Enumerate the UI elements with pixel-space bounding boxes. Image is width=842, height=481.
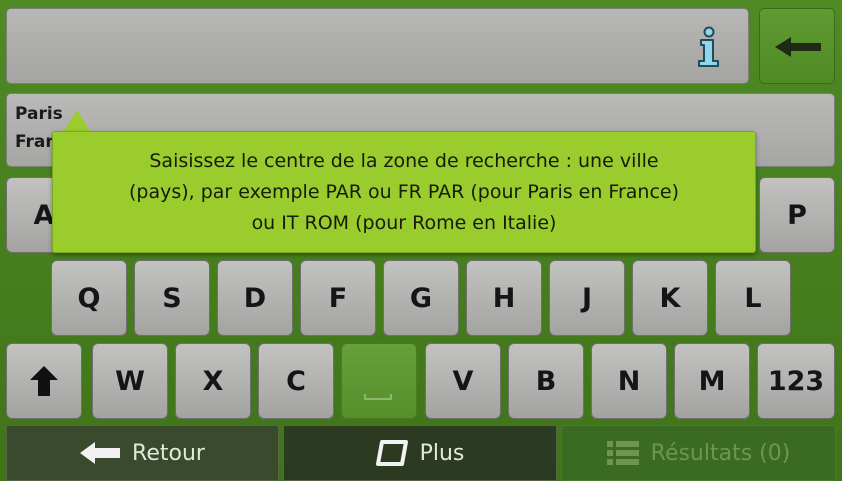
key-n[interactable]: N: [591, 343, 667, 419]
back-button[interactable]: Retour: [6, 425, 279, 481]
key-h[interactable]: H: [466, 260, 542, 336]
key-m[interactable]: M: [674, 343, 750, 419]
list-icon: [606, 441, 639, 465]
key-q[interactable]: Q: [51, 260, 127, 336]
info-icon[interactable]: [688, 25, 728, 69]
tooltip-line-2: (pays), par exemple PAR ou FR PAR (pour …: [128, 180, 680, 203]
shift-button[interactable]: [6, 343, 82, 419]
backspace-button[interactable]: [759, 8, 835, 84]
tooltip-text: Saisissez le centre de la zone de recher…: [129, 146, 679, 239]
key-b[interactable]: B: [508, 343, 584, 419]
results-button[interactable]: Résultats (0): [561, 425, 836, 481]
key-g[interactable]: G: [383, 260, 459, 336]
back-label: Retour: [132, 440, 205, 466]
key-p[interactable]: P: [759, 177, 835, 253]
search-input[interactable]: [6, 8, 749, 84]
key-d[interactable]: D: [217, 260, 293, 336]
key-c[interactable]: C: [258, 343, 334, 419]
tooltip: Saisissez le centre de la zone de recher…: [52, 131, 756, 253]
key-w[interactable]: W: [92, 343, 168, 419]
more-label: Plus: [419, 440, 465, 466]
results-label: Résultats (0): [650, 440, 791, 466]
shift-up-arrow-icon: [30, 366, 58, 396]
back-arrow-icon: [80, 442, 121, 464]
key-v[interactable]: V: [425, 343, 501, 419]
key-s[interactable]: S: [134, 260, 210, 336]
more-button[interactable]: Plus: [283, 425, 557, 481]
suggestion-city: Paris: [15, 104, 63, 124]
key-l[interactable]: L: [715, 260, 791, 336]
numbers-key[interactable]: 123: [757, 343, 835, 419]
rounded-square-icon: [375, 440, 408, 466]
tooltip-line-3: ou IT ROM (pour Rome en Italie): [251, 211, 557, 234]
key-f[interactable]: F: [300, 260, 376, 336]
tooltip-line-1: Saisissez le centre de la zone de recher…: [149, 149, 659, 172]
key-j[interactable]: J: [549, 260, 625, 336]
backspace-arrow-icon: [775, 37, 821, 57]
bottom-bar: Retour Plus Résultats (0): [0, 421, 842, 481]
space-key[interactable]: [341, 343, 417, 419]
key-x[interactable]: X: [175, 343, 251, 419]
key-k[interactable]: K: [632, 260, 708, 336]
space-icon: [364, 394, 392, 400]
